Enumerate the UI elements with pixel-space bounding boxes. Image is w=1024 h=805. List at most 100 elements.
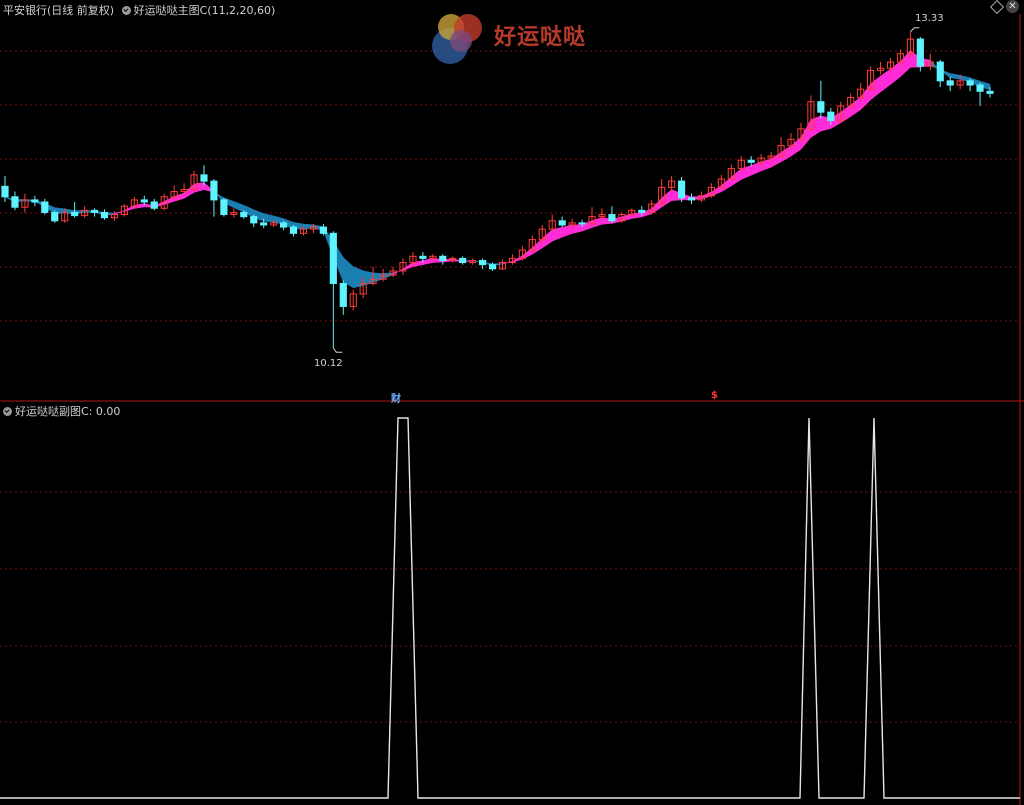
ribbon-segment <box>352 266 364 289</box>
trend-ribbon <box>4 49 991 289</box>
candle-body <box>31 199 39 203</box>
candle-body <box>817 101 825 113</box>
candle <box>51 210 59 223</box>
ribbon-segment <box>890 60 901 86</box>
candle <box>210 179 218 217</box>
candle-body <box>150 201 158 209</box>
ribbon-segment <box>581 220 593 232</box>
candle-body <box>747 159 755 163</box>
candle <box>717 174 725 190</box>
candle-body <box>51 211 59 222</box>
ribbon-segment <box>741 165 752 180</box>
candle <box>817 80 825 119</box>
finance-marker[interactable]: 财 <box>391 390 401 405</box>
candle <box>459 256 467 265</box>
candle <box>71 202 79 218</box>
stock-title[interactable]: 平安银行(日线 前复权) <box>3 4 114 17</box>
ribbon-segment <box>263 213 274 223</box>
candle-body <box>677 180 686 199</box>
candle-body <box>100 211 109 219</box>
candle <box>926 53 934 71</box>
candle <box>220 197 228 217</box>
candle <box>508 254 517 265</box>
candle <box>41 198 49 215</box>
candle <box>200 165 208 186</box>
candle-body <box>608 214 616 222</box>
candle-body <box>578 222 586 225</box>
candle-body <box>946 80 954 86</box>
candle <box>936 59 944 88</box>
candle <box>329 231 337 349</box>
chart-canvas <box>0 14 1024 805</box>
candle <box>339 280 347 315</box>
candle-body <box>41 201 49 213</box>
candle <box>31 195 39 207</box>
indicator-toggle-icon[interactable] <box>121 6 131 15</box>
ribbon-segment <box>949 73 961 80</box>
candle <box>598 208 606 219</box>
close-icon[interactable]: ✕ <box>1006 0 1019 13</box>
high-pointer <box>910 27 920 33</box>
candle <box>289 224 298 237</box>
candle-body <box>200 174 208 182</box>
candle-body <box>976 84 984 92</box>
candle <box>130 196 138 209</box>
brand-logo-text: 好运哒哒 <box>494 25 587 50</box>
candle-body <box>936 61 944 82</box>
candle-body <box>289 226 298 234</box>
candle-body <box>419 255 427 259</box>
sub-indicator-toggle-icon[interactable] <box>3 407 12 416</box>
candle-body <box>140 199 148 203</box>
candle <box>349 289 357 311</box>
sub-chart-header: 好运哒哒副图C: 0.00 <box>3 403 120 419</box>
ribbon-segment <box>392 268 404 276</box>
candle <box>21 193 29 213</box>
ribbon-segment <box>750 161 762 176</box>
candle-body <box>439 255 447 261</box>
candle-body <box>250 216 258 224</box>
sub-indicator-value: : 0.00 <box>88 405 121 418</box>
low-pointer <box>332 347 343 353</box>
main-indicator-name[interactable]: 好运哒哒主图C(11,2,20,60) <box>134 4 276 17</box>
candle <box>518 245 526 261</box>
high-price-label: 13.33 <box>915 13 944 24</box>
candle-body <box>488 264 497 270</box>
candle-body <box>11 196 19 208</box>
candle <box>250 214 258 228</box>
candle-body <box>478 259 487 266</box>
candles <box>1 31 994 349</box>
ribbon-segment <box>372 272 384 283</box>
candle-body <box>240 211 248 218</box>
sub-indicator-name[interactable]: 好运哒哒副图C <box>15 405 89 418</box>
ribbon-segment <box>870 75 881 101</box>
candle-body <box>280 222 288 228</box>
ribbon-segment <box>790 136 802 157</box>
ribbon-segment <box>760 158 772 172</box>
ribbon-segment <box>542 229 553 249</box>
candle <box>90 208 99 217</box>
ribbon-segment <box>412 260 424 268</box>
candle-body <box>459 257 467 264</box>
candle-body <box>1 185 9 198</box>
candle <box>876 62 885 75</box>
candle-body <box>260 222 268 226</box>
ribbon-segment <box>800 118 812 151</box>
brand-logo-icon <box>432 12 492 64</box>
signal-series-line <box>0 417 1020 799</box>
dividend-marker[interactable]: $ <box>711 390 718 401</box>
candle <box>677 176 686 202</box>
ribbon-segment <box>532 237 543 255</box>
candle-body <box>966 80 974 86</box>
ribbon-segment <box>163 196 175 205</box>
candle <box>966 78 974 92</box>
candle-body <box>210 180 218 201</box>
candle <box>976 82 984 106</box>
candle-body <box>339 282 347 307</box>
annotations <box>332 27 920 353</box>
candle-body <box>986 90 994 94</box>
candle-body <box>319 226 327 234</box>
candle <box>11 191 19 211</box>
ribbon-segment <box>571 224 583 234</box>
ribbon-segment <box>770 151 782 168</box>
ribbon-segment <box>422 258 434 265</box>
